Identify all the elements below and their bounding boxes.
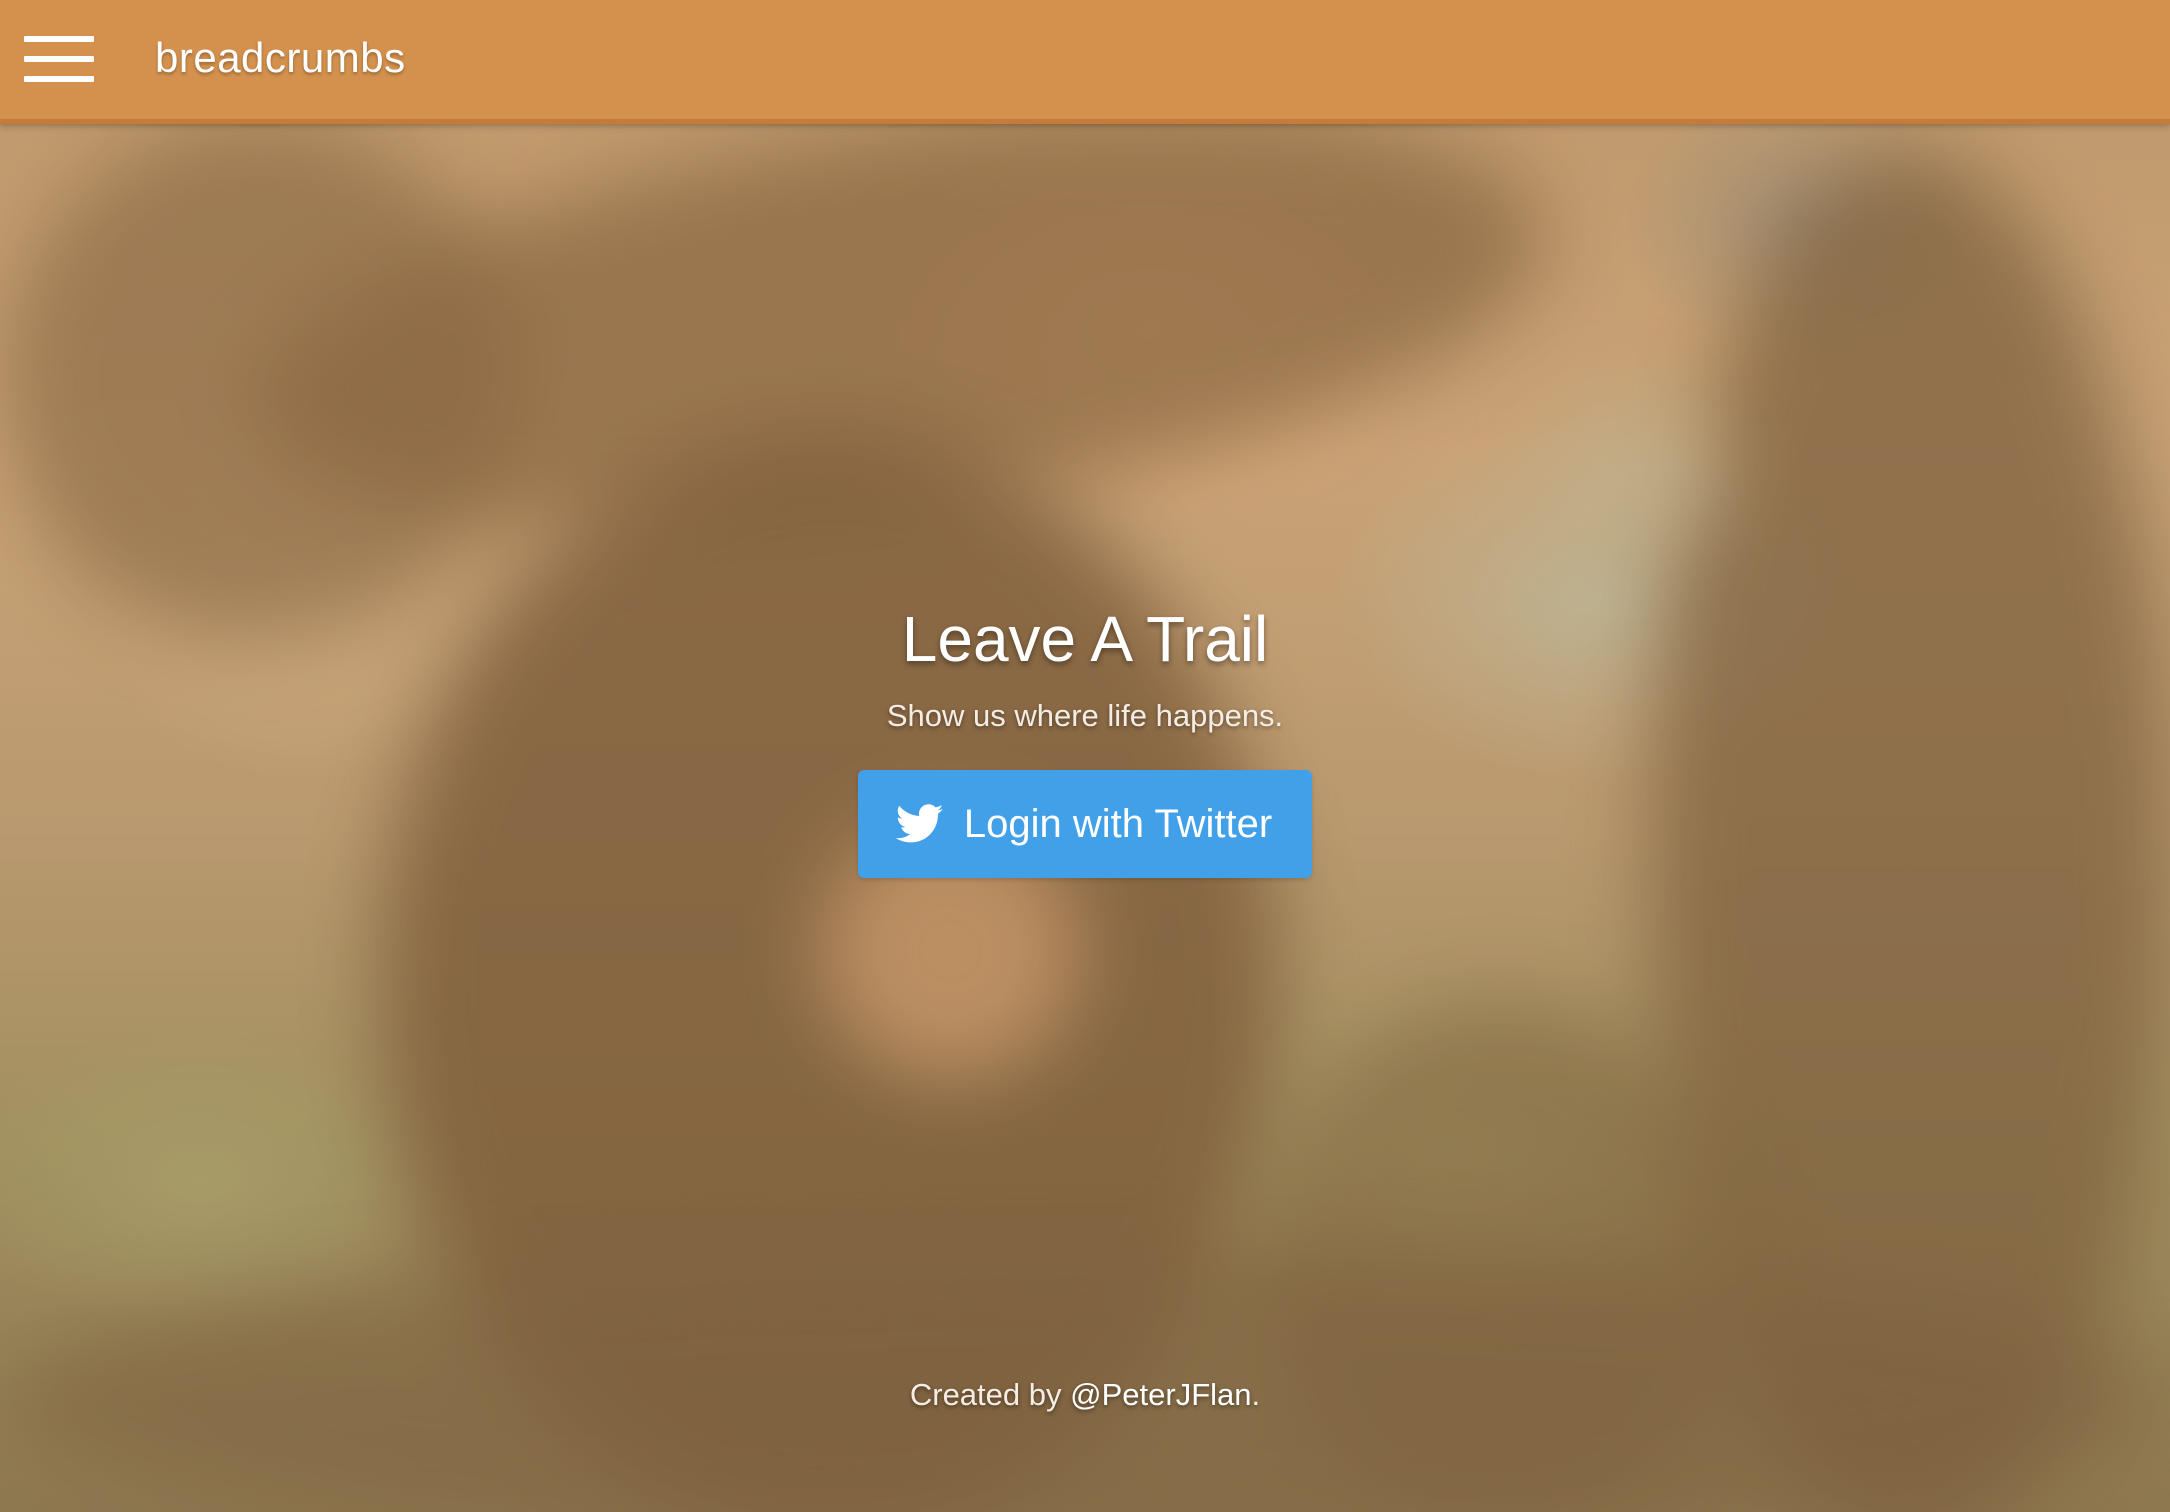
- top-navigation-bar: breadcrumbs: [0, 0, 2170, 124]
- login-with-twitter-button[interactable]: Login with Twitter: [857, 770, 1313, 878]
- footer-suffix: .: [1251, 1377, 1261, 1412]
- hero-subtitle: Show us where life happens.: [886, 698, 1284, 733]
- hamburger-menu-icon[interactable]: [24, 36, 94, 84]
- footer-prefix: Created by: [909, 1377, 1062, 1412]
- footer-credit: Created by @PeterJFlan.: [0, 1375, 2170, 1415]
- hero-section: Leave A Trail Show us where life happens…: [0, 600, 2170, 878]
- twitter-bird-icon: [895, 804, 944, 843]
- author-twitter-link[interactable]: @PeterJFlan: [1070, 1377, 1251, 1412]
- brand-title[interactable]: breadcrumbs: [155, 30, 406, 86]
- login-button-label: Login with Twitter: [963, 801, 1273, 846]
- hero-title: Leave A Trail: [901, 603, 1269, 675]
- page: breadcrumbs Leave A Trail Show us where …: [0, 0, 2170, 1512]
